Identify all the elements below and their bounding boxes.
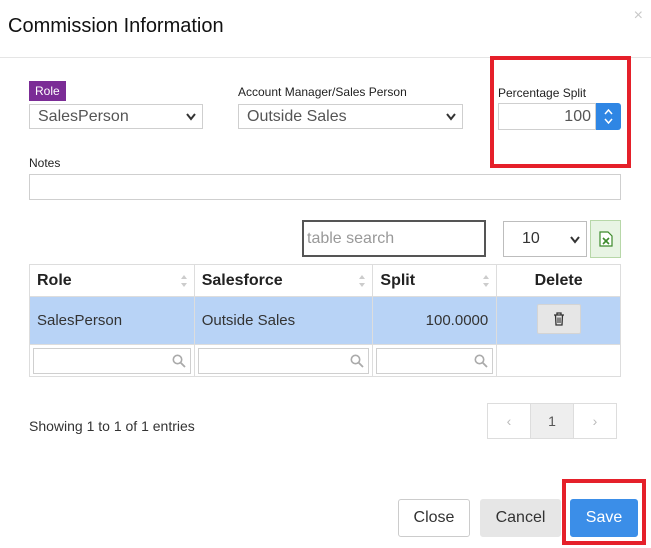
role-select[interactable]: SalesPerson	[29, 104, 203, 129]
filter-cell-delete	[496, 344, 621, 377]
chevron-up-icon[interactable]	[604, 109, 613, 115]
filter-input-split[interactable]	[376, 347, 494, 374]
excel-export-icon	[599, 231, 613, 247]
sort-icon	[483, 275, 490, 287]
pagination-prev-button[interactable]: ‹	[487, 403, 531, 439]
column-header-split[interactable]: Split	[372, 264, 498, 297]
column-header-label: Split	[380, 271, 416, 289]
sort-icon	[180, 275, 187, 287]
commission-table: Role Salesforce Split Delete SalesPerson…	[29, 264, 621, 377]
page-length-select[interactable]: 10	[503, 221, 587, 257]
chevron-down-icon	[570, 236, 580, 244]
column-header-label: Delete	[534, 271, 583, 289]
sort-icon	[359, 275, 366, 287]
chevron-down-icon	[186, 113, 196, 121]
percentage-split-label: Percentage Split	[498, 86, 587, 100]
column-header-delete: Delete	[496, 264, 621, 297]
close-button[interactable]: Close	[398, 499, 470, 537]
account-manager-select[interactable]: Outside Sales	[238, 104, 463, 129]
cancel-button[interactable]: Cancel	[480, 499, 561, 537]
delete-row-button[interactable]	[536, 303, 581, 334]
table-header-row: Role Salesforce Split Delete	[29, 264, 621, 297]
filter-input-salesforce[interactable]	[197, 347, 370, 374]
close-icon[interactable]: ×	[634, 8, 643, 24]
pagination-next-button[interactable]: ›	[573, 403, 617, 439]
trash-icon	[553, 311, 564, 326]
chevron-down-icon[interactable]	[604, 118, 613, 124]
account-manager-value: Outside Sales	[247, 108, 347, 125]
save-button[interactable]: Save	[570, 499, 638, 537]
cell-split: 100.0000	[372, 296, 498, 345]
filter-cell-split	[372, 344, 498, 377]
filter-input-role[interactable]	[33, 347, 191, 374]
percentage-split-input[interactable]: 100	[498, 103, 596, 130]
cell-salesforce: Outside Sales	[193, 296, 374, 345]
filter-row	[29, 344, 621, 377]
page-length-value: 10	[522, 230, 540, 247]
excel-export-button[interactable]	[590, 220, 621, 258]
cell-role: SalesPerson	[29, 296, 195, 345]
table-row[interactable]: SalesPerson Outside Sales 100.0000	[29, 296, 621, 345]
column-header-salesforce[interactable]: Salesforce	[193, 264, 374, 297]
column-header-label: Role	[37, 271, 72, 289]
modal-title: Commission Information	[8, 15, 224, 37]
chevron-down-icon	[446, 113, 456, 121]
notes-label: Notes	[29, 156, 61, 170]
role-select-value: SalesPerson	[38, 108, 129, 125]
cell-delete	[496, 296, 621, 345]
column-header-role[interactable]: Role	[29, 264, 195, 297]
pagination: ‹ 1 ›	[487, 403, 617, 439]
account-manager-label: Account Manager/Sales Person	[238, 85, 407, 99]
percentage-split-spinner[interactable]	[596, 103, 621, 130]
table-info-text: Showing 1 to 1 of 1 entries	[29, 418, 195, 434]
search-icon	[172, 354, 186, 368]
search-icon	[350, 354, 365, 368]
pagination-page-1[interactable]: 1	[530, 403, 574, 439]
modal-header: Commission Information ×	[0, 0, 651, 58]
filter-cell-role	[29, 344, 195, 377]
notes-input[interactable]	[29, 174, 621, 200]
table-search-input[interactable]: table search	[302, 220, 486, 257]
search-icon	[474, 354, 488, 368]
column-header-label: Salesforce	[201, 271, 283, 289]
filter-cell-salesforce	[193, 344, 374, 377]
role-label-badge: Role	[29, 81, 66, 101]
